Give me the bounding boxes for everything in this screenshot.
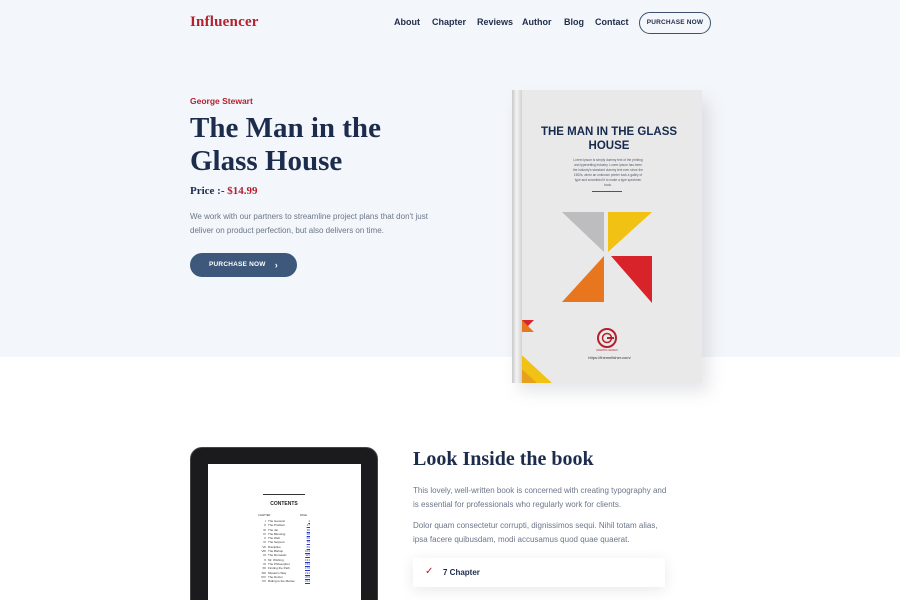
hero-purchase-button[interactable]: PURCHASE NOW › bbox=[190, 253, 297, 277]
toc-col-page: PAGE bbox=[300, 514, 308, 517]
header-purchase-button[interactable]: PURCHASE NOW bbox=[639, 12, 711, 34]
nav-contact[interactable]: Contact bbox=[595, 17, 629, 27]
nav-reviews[interactable]: Reviews bbox=[477, 17, 513, 27]
book-cover-divider bbox=[592, 191, 622, 192]
toc-row: XV Riding to the Manse 214 bbox=[258, 579, 310, 583]
publisher-name: GRAPHIC GENIUS bbox=[596, 349, 618, 352]
hero-background bbox=[0, 0, 900, 357]
section-paragraph-2: Dolor quam consectetur corrupti, digniss… bbox=[413, 521, 658, 544]
publisher-logo-icon bbox=[597, 328, 617, 348]
hero-description: We work with our partners to streamline … bbox=[190, 212, 428, 235]
book-title: The Man in the Glass House bbox=[190, 112, 381, 177]
tablet-screen: CONTENTS CHAPTER PAGE I The General 1 II The… bbox=[208, 464, 361, 600]
site-logo[interactable]: Influencer bbox=[190, 14, 259, 31]
price-label: Price :- bbox=[190, 185, 225, 197]
toc-chapter-name: Riding to the Manse bbox=[268, 579, 295, 584]
nav-about[interactable]: About bbox=[394, 17, 420, 27]
check-icon: ✓ bbox=[425, 566, 434, 577]
toc-col-chapter: CHAPTER bbox=[258, 514, 271, 517]
toc-heading: CONTENTS bbox=[270, 501, 298, 507]
toc-chapter-number: XV bbox=[261, 579, 266, 584]
toc-divider bbox=[263, 494, 305, 495]
toc-list: I The General 1 II The Problem 17 III The Jar 36… bbox=[258, 519, 310, 583]
book-cover-url: https://themefisher.com/ bbox=[588, 355, 631, 360]
author-name: George Stewart bbox=[190, 96, 253, 106]
top-navbar: Influencer About Chapter Reviews Author … bbox=[0, 0, 900, 46]
price-value: $14.99 bbox=[227, 185, 258, 197]
chevron-right-icon: › bbox=[274, 260, 278, 270]
feature-label: 7 Chapter bbox=[443, 568, 480, 577]
hero-purchase-label: PURCHASE NOW bbox=[209, 261, 266, 268]
book-cover: THE MAN IN THE GLASS HOUSE Lorem Ipsum i… bbox=[512, 90, 702, 383]
book-spine bbox=[512, 90, 522, 383]
nav-author[interactable]: Author bbox=[522, 17, 552, 27]
book-cover-blurb: Lorem Ipsum is simply dummy text of the … bbox=[572, 158, 644, 187]
feature-card: ✓ 7 Chapter bbox=[413, 558, 665, 587]
price-row: Price :- $14.99 bbox=[190, 185, 258, 197]
section-title: Look Inside the book bbox=[413, 448, 594, 470]
nav-chapter[interactable]: Chapter bbox=[432, 17, 466, 27]
nav-blog[interactable]: Blog bbox=[564, 17, 584, 27]
book-cover-title: THE MAN IN THE GLASS HOUSE bbox=[540, 126, 678, 152]
section-paragraph-1: This lovely, well-written book is concer… bbox=[413, 486, 667, 509]
toc-page-link[interactable]: 214 bbox=[305, 579, 310, 583]
